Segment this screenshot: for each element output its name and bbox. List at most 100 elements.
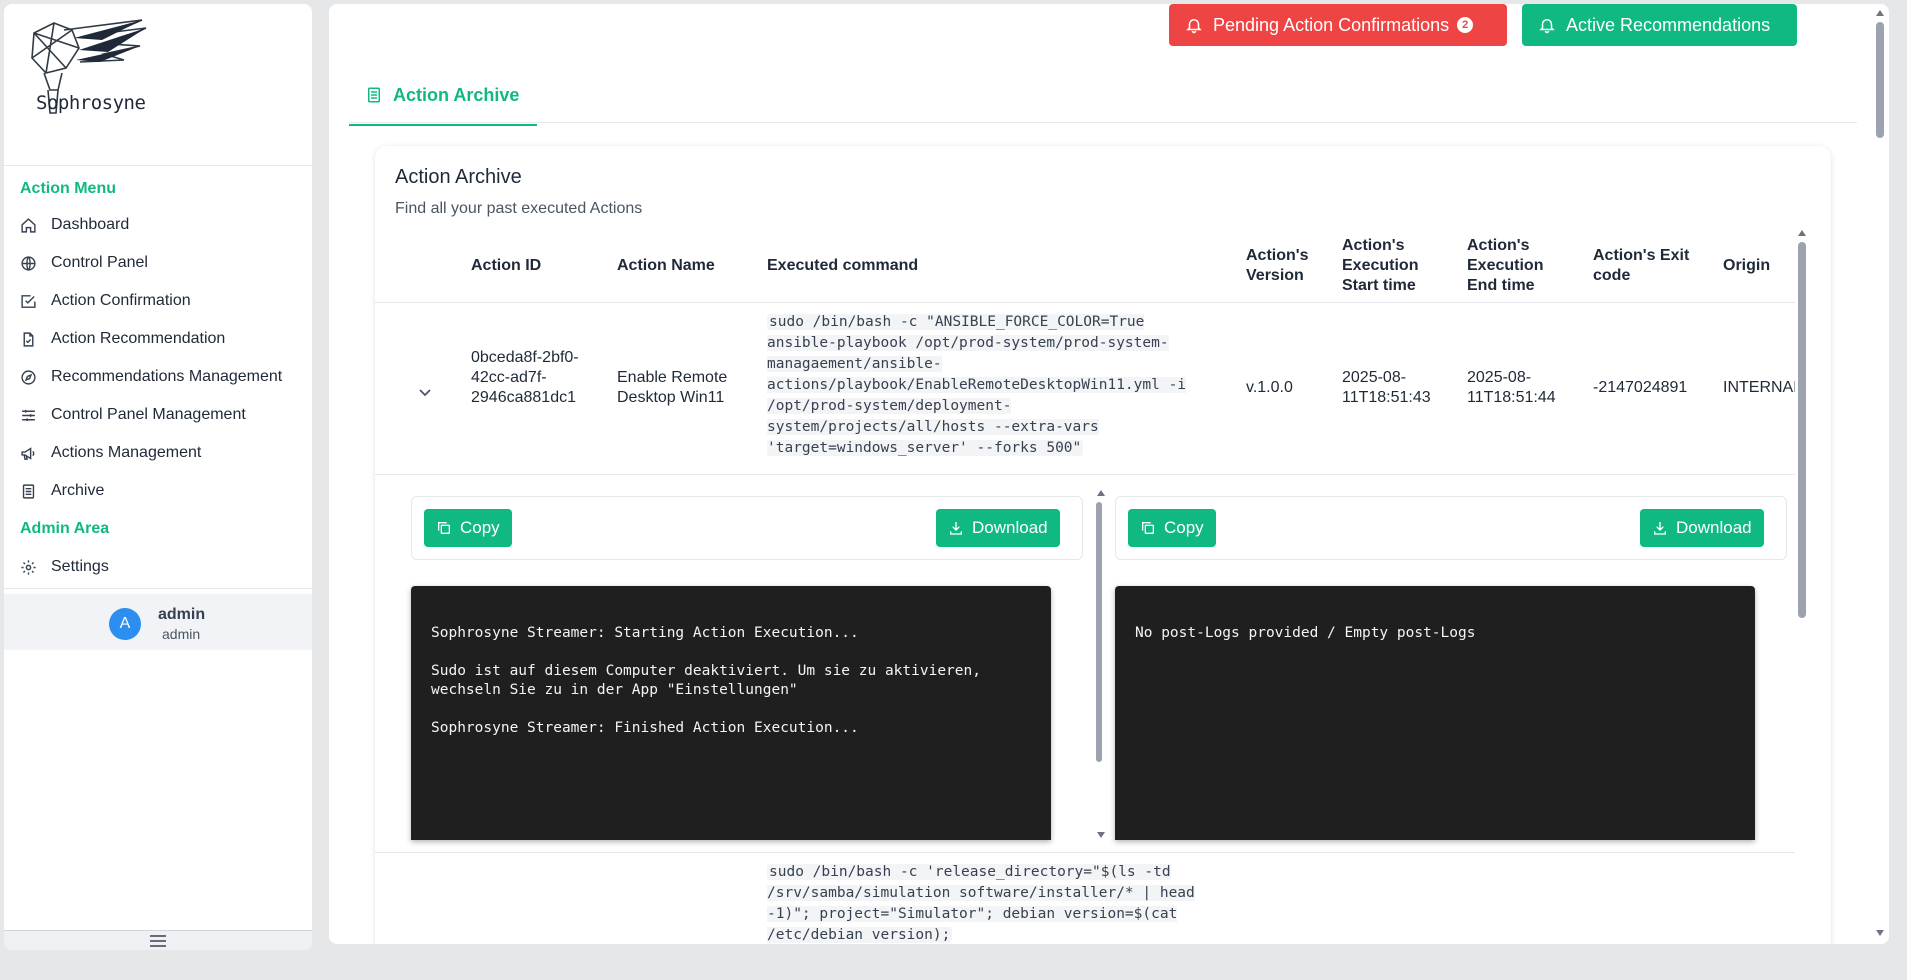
origin-cell: INTERNAL xyxy=(1723,379,1795,396)
column-header: Action's Version xyxy=(1246,247,1309,284)
sidebar-item-label: Archive xyxy=(51,482,105,499)
bell-icon xyxy=(1539,19,1555,34)
scroll-thumb[interactable] xyxy=(1798,242,1806,618)
column-header: Action's Execution End time xyxy=(1467,237,1544,294)
action-id-cell: 0bceda8f-2bf0-42cc-ad7f-2946ca881dc1 xyxy=(471,349,579,406)
pre-log-toolbar: Copy Download xyxy=(411,496,1083,560)
menu-icon xyxy=(150,934,166,947)
post-log-toolbar: Copy Download xyxy=(1115,496,1787,560)
chevron-down-icon[interactable] xyxy=(417,384,433,400)
sidebar-item-label: Control Panel xyxy=(51,254,148,271)
archive-card: Action Archive Find all your past execut… xyxy=(375,146,1831,944)
bell-icon xyxy=(1186,19,1202,34)
sidebar-item-recommendations-management[interactable]: Recommendations Management xyxy=(20,362,310,392)
card-subtitle: Find all your past executed Actions xyxy=(395,200,643,217)
command-text: sudo /bin/bash -c 'release_directory="$(… xyxy=(767,864,1195,943)
gear-icon xyxy=(21,559,36,575)
copy-button[interactable]: Copy xyxy=(1128,509,1216,547)
sidebar-divider xyxy=(4,588,312,589)
download-icon xyxy=(1654,522,1666,535)
user-profile[interactable]: A admin admin xyxy=(4,594,312,650)
page-scrollbar[interactable] xyxy=(1873,10,1887,940)
column-header: Action's Execution Start time xyxy=(1342,237,1419,294)
sidebar-item-action-recommendation[interactable]: Action Recommendation xyxy=(20,324,310,354)
row-divider xyxy=(375,852,1795,853)
sidebar-item-label: Settings xyxy=(51,558,109,575)
sidebar-item-label: Actions Management xyxy=(51,444,202,461)
avatar: A xyxy=(109,608,141,640)
column-header: Action ID xyxy=(471,257,542,274)
sidebar-item-label: Action Confirmation xyxy=(51,292,191,309)
exit-code-cell: -2147024891 xyxy=(1593,379,1688,396)
user-name: admin xyxy=(158,606,206,623)
tab-divider xyxy=(349,122,1857,123)
sidebar-item-control-panel-management[interactable]: Control Panel Management xyxy=(20,400,310,430)
logo-text: Sophrosyne xyxy=(36,92,146,114)
sidebar-item-control-panel[interactable]: Control Panel xyxy=(20,248,310,278)
sidebar: Sophrosyne Action Menu Dashboard Control… xyxy=(4,4,312,950)
archive-table: Action ID Action Name Executed command A… xyxy=(375,234,1795,944)
sliders-icon xyxy=(22,409,35,421)
sidebar-item-label: Control Panel Management xyxy=(51,406,246,423)
sidebar-collapse-button[interactable] xyxy=(4,930,312,950)
sidebar-item-label: Action Recommendation xyxy=(51,330,226,347)
scroll-up-arrow[interactable] xyxy=(1798,230,1806,236)
scroll-down-arrow[interactable] xyxy=(1876,930,1884,936)
scroll-thumb[interactable] xyxy=(1096,502,1102,762)
sidebar-item-label: Dashboard xyxy=(51,216,130,233)
row-divider xyxy=(375,474,1795,475)
megaphone-icon xyxy=(21,446,35,460)
sidebar-item-label: Recommendations Management xyxy=(51,368,283,385)
section-admin-area: Admin Area xyxy=(20,520,110,537)
sidebar-item-archive[interactable]: Archive xyxy=(20,476,310,506)
pending-confirmations-button[interactable]: Pending Action Confirmations 2 xyxy=(1169,4,1507,46)
version-cell: v.1.0.0 xyxy=(1246,379,1293,396)
active-recommendations-label: Active Recommendations xyxy=(1566,14,1771,35)
header-divider xyxy=(375,302,1795,303)
command-text: sudo /bin/bash -c "ANSIBLE_FORCE_COLOR=T… xyxy=(767,314,1187,456)
start-time-cell: 2025-08-11T18:51:43 xyxy=(1342,369,1431,406)
sidebar-item-settings[interactable]: Settings xyxy=(20,552,310,582)
column-header: Origin xyxy=(1723,257,1771,274)
scroll-up-arrow[interactable] xyxy=(1097,490,1105,496)
column-header: Executed command xyxy=(767,257,919,274)
copy-icon xyxy=(1142,522,1154,534)
compass-icon xyxy=(21,369,36,385)
tab-action-archive[interactable]: Action Archive xyxy=(349,66,537,126)
sidebar-item-dashboard[interactable]: Dashboard xyxy=(20,210,310,240)
pending-count-badge: 2 xyxy=(1457,17,1474,33)
executed-command-cell: sudo /bin/bash -c "ANSIBLE_FORCE_COLOR=T… xyxy=(767,312,1217,459)
download-icon xyxy=(950,522,962,535)
end-time-cell: 2025-08-11T18:51:44 xyxy=(1467,369,1556,406)
card-title: Action Archive xyxy=(395,166,522,188)
copy-label: Copy xyxy=(460,518,500,537)
tab-label: Action Archive xyxy=(393,84,520,105)
post-log-terminal: No post-Logs provided / Empty post-Logs xyxy=(1115,586,1755,840)
archive-list-icon xyxy=(22,483,35,499)
scroll-down-arrow[interactable] xyxy=(1097,832,1105,838)
home-icon xyxy=(21,217,36,233)
copy-label: Copy xyxy=(1164,518,1204,537)
log-scrollbar[interactable] xyxy=(1094,490,1105,840)
scroll-up-arrow[interactable] xyxy=(1876,10,1884,16)
scroll-thumb[interactable] xyxy=(1876,22,1884,138)
copy-button[interactable]: Copy xyxy=(424,509,512,547)
archive-list-icon xyxy=(368,87,380,103)
sidebar-item-actions-management[interactable]: Actions Management xyxy=(20,438,310,468)
main-content: Pending Action Confirmations 2 Active Re… xyxy=(329,4,1889,944)
download-button[interactable]: Download xyxy=(936,509,1060,547)
active-recommendations-button[interactable]: Active Recommendations xyxy=(1522,4,1797,46)
user-role: admin xyxy=(162,626,201,642)
pending-confirmations-label: Pending Action Confirmations xyxy=(1213,14,1450,35)
column-header: Action's Exit code xyxy=(1593,247,1690,284)
action-name-cell: Enable Remote Desktop Win11 xyxy=(617,369,728,406)
table-scrollbar[interactable] xyxy=(1795,230,1809,944)
sidebar-item-action-confirmation[interactable]: Action Confirmation xyxy=(20,286,310,316)
download-button[interactable]: Download xyxy=(1640,509,1764,547)
check-square-icon xyxy=(21,294,36,308)
executed-command-cell: sudo /bin/bash -c 'release_directory="$(… xyxy=(767,862,1217,944)
download-label: Download xyxy=(1676,518,1752,537)
file-check-icon xyxy=(23,331,34,347)
section-action-menu: Action Menu xyxy=(20,180,116,197)
sidebar-divider xyxy=(4,165,312,166)
